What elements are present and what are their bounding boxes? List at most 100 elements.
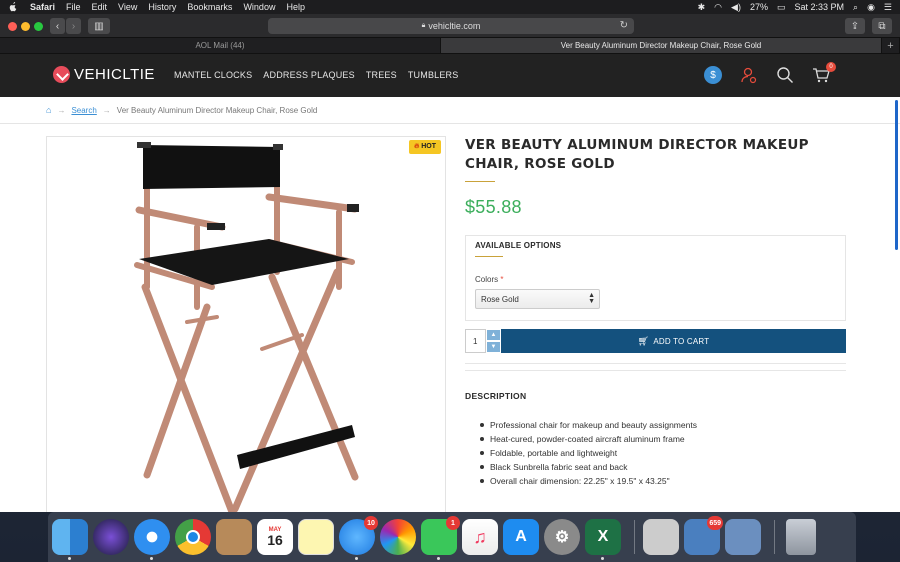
- url-text: vehicltie.com: [428, 21, 481, 31]
- chrome-icon[interactable]: [175, 519, 211, 555]
- account-icon[interactable]: [740, 66, 758, 84]
- color-select-value: Rose Gold: [481, 294, 519, 304]
- back-button[interactable]: ‹: [50, 18, 65, 34]
- nav-trees[interactable]: TREES: [366, 70, 397, 80]
- close-window-button[interactable]: [8, 22, 17, 31]
- chrome-center: [186, 530, 200, 544]
- add-to-cart-label: ADD TO CART: [653, 336, 710, 346]
- hot-badge-label: HOT: [421, 143, 436, 150]
- web-page: VEHICLTIE MANTEL CLOCKS ADDRESS PLAQUES …: [0, 54, 900, 512]
- menu-history[interactable]: History: [148, 2, 176, 12]
- hot-badge: 🔥︎ HOT: [409, 140, 441, 154]
- divider: [465, 370, 846, 371]
- battery-percent[interactable]: 27%: [750, 2, 768, 12]
- battery-icon[interactable]: ▭: [777, 2, 786, 13]
- nav-tumblers[interactable]: TUMBLERS: [408, 70, 459, 80]
- list-item: Foldable, portable and lightweight: [480, 446, 846, 460]
- site-logo[interactable]: VEHICLTIE: [53, 66, 155, 83]
- cart-button[interactable]: 0: [812, 62, 836, 84]
- header-icons: $ 0: [704, 62, 836, 84]
- quantity-decrease-button[interactable]: ▼: [486, 341, 501, 353]
- clock[interactable]: Sat 2:33 PM: [794, 2, 844, 12]
- notes-icon[interactable]: [298, 519, 334, 555]
- menu-app-name[interactable]: Safari: [30, 2, 55, 12]
- title-divider: [465, 181, 495, 182]
- notification-center-icon[interactable]: ☰: [884, 2, 892, 13]
- apple-icon[interactable]: [8, 2, 18, 12]
- minimize-window-button[interactable]: [21, 22, 30, 31]
- search-icon[interactable]: [776, 66, 794, 84]
- divider: [465, 363, 846, 364]
- photos-icon[interactable]: [380, 519, 416, 555]
- select-arrows-icon: ▲ ▼: [588, 292, 595, 305]
- wifi-icon[interactable]: ◠: [714, 2, 722, 13]
- currency-button[interactable]: $: [704, 66, 722, 84]
- cart-icon: 🛒︎: [637, 335, 650, 346]
- running-indicator: [150, 557, 153, 560]
- breadcrumb-search-link[interactable]: Search: [71, 106, 96, 115]
- dock-separator: [774, 520, 775, 554]
- product-price: $55.88: [465, 197, 522, 217]
- screenshot-utility-icon[interactable]: [643, 519, 679, 555]
- quantity-increase-button[interactable]: ▲: [486, 329, 501, 341]
- share-button[interactable]: ⇪: [845, 18, 865, 34]
- forward-button[interactable]: ›: [66, 18, 81, 34]
- menu-edit[interactable]: Edit: [92, 2, 108, 12]
- browser-toolbar: ‹ › ▥ 🔒︎ vehicltie.com ↻ ⇪ ⧉: [0, 14, 900, 38]
- preview-icon[interactable]: [725, 519, 761, 555]
- nav-mantel-clocks[interactable]: MANTEL CLOCKS: [174, 70, 252, 80]
- address-bar[interactable]: 🔒︎ vehicltie.com ↻: [268, 18, 634, 34]
- breadcrumb-current: Ver Beauty Aluminum Director Makeup Chai…: [116, 105, 318, 115]
- messages-icon[interactable]: 10: [339, 516, 378, 560]
- bluetooth-icon[interactable]: ✱: [698, 2, 706, 13]
- main-nav: MANTEL CLOCKS ADDRESS PLAQUES TREES TUMB…: [174, 70, 458, 80]
- menu-window[interactable]: Window: [243, 2, 275, 12]
- zoom-window-button[interactable]: [34, 22, 43, 31]
- tab-aol-mail[interactable]: AOL Mail (44): [0, 38, 441, 53]
- sidebar-toggle-button[interactable]: ▥: [88, 18, 110, 34]
- list-item: Heat-cured, powder-coated aircraft alumi…: [480, 432, 846, 446]
- spotlight-icon[interactable]: ⌕: [853, 2, 858, 13]
- page-scrollbar[interactable]: [895, 100, 898, 250]
- add-to-cart-button[interactable]: 🛒︎ ADD TO CART: [501, 329, 846, 353]
- options-divider: [475, 256, 503, 257]
- home-icon[interactable]: ⌂: [46, 105, 51, 115]
- breadcrumb-separator: →: [57, 105, 66, 115]
- mail-icon[interactable]: 659: [684, 516, 723, 555]
- product-title: VER BEAUTY ALUMINUM DIRECTOR MAKEUP CHAI…: [465, 137, 809, 172]
- logo-text: VEHICLTIE: [74, 66, 155, 83]
- app-store-icon[interactable]: A: [503, 519, 539, 555]
- required-marker: *: [500, 275, 504, 284]
- volume-icon[interactable]: ◀): [731, 2, 741, 13]
- list-item: Professional chair for makeup and beauty…: [480, 418, 846, 432]
- reload-icon[interactable]: ↻: [620, 20, 628, 31]
- menu-help[interactable]: Help: [286, 2, 305, 12]
- breadcrumb-separator: →: [102, 105, 111, 115]
- nav-address-plaques[interactable]: ADDRESS PLAQUES: [263, 70, 355, 80]
- siri-icon[interactable]: [93, 519, 129, 555]
- color-select[interactable]: Rose Gold ▲ ▼: [475, 289, 600, 309]
- menu-bookmarks[interactable]: Bookmarks: [187, 2, 232, 12]
- safari-icon[interactable]: [134, 519, 170, 560]
- running-indicator: [355, 557, 358, 560]
- facetime-icon[interactable]: 1: [421, 516, 460, 560]
- excel-icon[interactable]: X: [585, 519, 621, 560]
- tabs-overview-button[interactable]: ⧉: [872, 18, 892, 34]
- contacts-icon[interactable]: [216, 519, 252, 555]
- system-preferences-icon[interactable]: ⚙: [544, 519, 580, 555]
- options-heading: AVAILABLE OPTIONS: [475, 241, 562, 250]
- menu-file[interactable]: File: [66, 2, 81, 12]
- new-tab-button[interactable]: +: [882, 38, 900, 53]
- calendar-icon[interactable]: MAY 16: [257, 519, 293, 555]
- tab-product[interactable]: Ver Beauty Aluminum Director Makeup Chai…: [441, 38, 882, 53]
- siri-icon[interactable]: ◉: [867, 2, 875, 13]
- menu-view[interactable]: View: [118, 2, 137, 12]
- trash-icon[interactable]: [786, 519, 816, 555]
- product-info: VER BEAUTY ALUMINUM DIRECTOR MAKEUP CHAI…: [465, 136, 846, 488]
- messages-badge: 10: [364, 516, 378, 530]
- colors-label-text: Colors: [475, 275, 499, 284]
- quantity-input[interactable]: 1: [465, 329, 486, 353]
- music-icon[interactable]: ♫: [462, 519, 498, 555]
- finder-icon[interactable]: [52, 519, 88, 560]
- product-image[interactable]: 🔥︎ HOT: [46, 136, 446, 512]
